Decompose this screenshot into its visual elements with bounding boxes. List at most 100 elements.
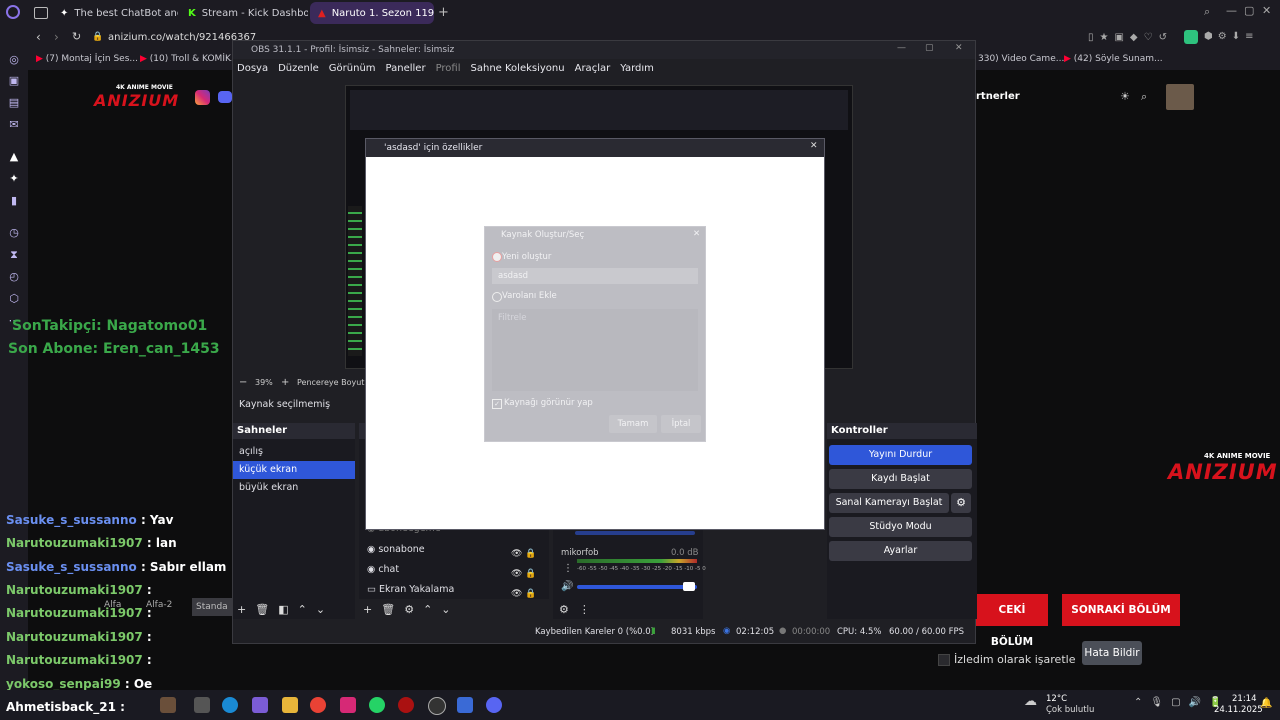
bookmark-3[interactable]: 330) Video Came... — [978, 54, 1064, 64]
add-scene-icon[interactable]: + — [237, 603, 255, 616]
mode-label-alfa2[interactable]: Alfa-2 — [146, 600, 172, 610]
zoom-out-icon[interactable]: − — [239, 377, 247, 388]
extension-icons[interactable]: ⬢⚙⬇≡ — [1204, 31, 1258, 42]
menu-profil[interactable]: Profil — [436, 63, 461, 74]
mixer-menu-icon[interactable]: ⋮ — [579, 603, 600, 616]
scene-buyuk-ekran[interactable]: büyük ekran — [233, 479, 355, 497]
bookmark-2[interactable]: ▶ (10) Troll & KOMİK... — [140, 54, 239, 64]
anizium-logo[interactable]: 4K ANIME MOVIE ANIZIUM — [94, 84, 179, 110]
tab-kick-dashboard[interactable]: K Stream - Kick Dashboard — [180, 2, 308, 24]
taskbar-discord-icon[interactable] — [486, 697, 502, 713]
taskbar-obs-icon[interactable] — [428, 697, 446, 715]
remove-source-icon[interactable]: 🗑 — [381, 603, 404, 616]
visible-checkbox[interactable]: ✓ — [492, 399, 502, 409]
menu-araclar[interactable]: Araçlar — [575, 63, 611, 74]
back-icon[interactable]: ‹ — [36, 30, 41, 44]
taskbar-edge-icon[interactable] — [222, 697, 238, 713]
sidebar-twitch-icon[interactable]: ▮ — [7, 194, 21, 208]
zoom-in-icon[interactable]: + — [281, 377, 289, 388]
sidebar-mail-icon[interactable]: ✉ — [7, 118, 21, 132]
create-new-radio[interactable] — [492, 252, 502, 262]
next-episode-button[interactable]: SONRAKİ BÖLÜM — [1062, 594, 1180, 626]
search-page-icon[interactable]: ⌕ — [1141, 90, 1147, 104]
add-existing-radio[interactable] — [492, 292, 502, 302]
avatar[interactable] — [1166, 84, 1194, 110]
search-icon[interactable]: ⌕ — [1204, 5, 1210, 19]
properties-close-icon[interactable]: ✕ — [810, 141, 818, 151]
mode-label-standard[interactable]: Standa — [192, 598, 232, 616]
menu-gorunum[interactable]: Görünüm — [329, 63, 376, 74]
start-virtual-camera-button[interactable]: Sanal Kamerayı Başlat — [829, 493, 949, 513]
menu-dosya[interactable]: Dosya — [237, 63, 268, 74]
prev-episode-button[interactable]: CEKİ BÖLÜM — [976, 594, 1048, 648]
minimize-icon[interactable]: — — [1226, 4, 1237, 17]
sidebar-bag-icon[interactable]: ▣ — [7, 74, 21, 88]
taskbar-copilot-icon[interactable] — [252, 697, 268, 713]
theme-icon[interactable]: ☀ — [1120, 90, 1130, 103]
source-item-sonabone[interactable]: ◉ sonabone — [367, 544, 425, 555]
tab-chatbot[interactable]: ✦ The best ChatBot and W... — [52, 2, 178, 24]
taskbar-app-icon[interactable] — [194, 697, 210, 713]
taskbar-explorer-icon[interactable] — [282, 697, 298, 713]
create-source-close-icon[interactable]: ✕ — [693, 229, 700, 239]
bookmark-1[interactable]: ▶ (7) Montaj İçin Ses... — [36, 54, 138, 64]
obs-minimize-icon[interactable]: — — [897, 43, 906, 53]
menu-yardim[interactable]: Yardım — [620, 63, 654, 74]
taskbar-chrome-icon[interactable] — [310, 697, 326, 713]
taskbar-photos-icon[interactable] — [160, 697, 176, 713]
scene-acilis[interactable]: açılış — [233, 443, 355, 461]
taskbar-opera-icon[interactable] — [398, 697, 414, 713]
source-item-chat[interactable]: ◉ chat — [367, 564, 399, 575]
taskbar-app2-icon[interactable] — [457, 697, 473, 713]
remove-scene-icon[interactable]: 🗑 — [255, 603, 278, 616]
obs-maximize-icon[interactable]: ▢ — [925, 43, 934, 53]
mixer-slider-top[interactable] — [575, 531, 695, 535]
sidebar-messenger-icon[interactable]: ◎ — [7, 53, 21, 67]
ok-button[interactable]: Tamam — [609, 415, 657, 433]
add-source-icon[interactable]: + — [363, 603, 381, 616]
weather-icon[interactable]: ☁ — [1024, 694, 1037, 709]
scene-filter-icon[interactable]: ◧ — [278, 603, 297, 616]
forward-icon[interactable]: › — [54, 30, 59, 44]
mixer-volume-slider[interactable] — [577, 585, 697, 589]
tab-overview-icon[interactable] — [34, 7, 48, 19]
sidebar-chat-icon[interactable]: ▤ — [7, 96, 21, 110]
discord-icon[interactable] — [218, 91, 232, 103]
cancel-button[interactable]: İptal — [661, 415, 701, 433]
scene-up-icon[interactable]: ⌃ — [298, 603, 316, 616]
menu-duzenle[interactable]: Düzenle — [278, 63, 319, 74]
virtual-camera-settings-icon[interactable]: ⚙ — [951, 493, 971, 513]
source-down-icon[interactable]: ⌄ — [441, 603, 459, 616]
tab-naruto[interactable]: ▲ Naruto 1. Sezon 119. Bölüm — [310, 2, 434, 24]
source-up-icon[interactable]: ⌃ — [423, 603, 441, 616]
source-item-ekran-yakalama[interactable]: ▭ Ekran Yakalama — [367, 584, 454, 595]
sidebar-pin-icon[interactable]: ⧗ — [7, 248, 21, 262]
browser-logo-icon[interactable] — [6, 5, 20, 19]
sidebar-cube-icon[interactable]: ⬡ — [7, 292, 21, 306]
mixer-volume-handle[interactable] — [683, 582, 695, 591]
scene-kucuk-ekran[interactable]: küçük ekran — [233, 461, 355, 479]
taskbar-instagram-icon[interactable] — [340, 697, 356, 713]
extension-green-icon[interactable] — [1184, 30, 1198, 44]
sidebar-history-icon[interactable]: ◷ — [7, 226, 21, 240]
start-recording-button[interactable]: Kaydı Başlat — [829, 469, 972, 489]
partners-link[interactable]: rtnerler — [976, 91, 1020, 102]
visibility-icons[interactable]: 👁 🔒 👁 🔒 👁 🔒 — [511, 544, 537, 604]
bookmark-4[interactable]: ▶ (42) Söyle Sunam... — [1064, 54, 1163, 64]
mode-label-alfa[interactable]: Alfa — [104, 600, 121, 610]
notification-icon[interactable]: 🔔 — [1260, 698, 1272, 709]
menu-sahne-koleksiyonu[interactable]: Sahne Koleksiyonu — [471, 63, 565, 74]
source-props-icon[interactable]: ⚙ — [404, 603, 423, 616]
mixer-settings-icon[interactable]: ⚙ — [559, 603, 579, 616]
settings-button[interactable]: Ayarlar — [829, 541, 972, 561]
sidebar-arc-icon[interactable]: ▲ — [7, 150, 21, 164]
new-tab-button[interactable]: + — [438, 5, 449, 20]
reload-icon[interactable]: ↻ — [72, 30, 81, 43]
studio-mode-button[interactable]: Stüdyo Modu — [829, 517, 972, 537]
sidebar-openai-icon[interactable]: ✦ — [7, 172, 21, 186]
menu-paneller[interactable]: Paneller — [386, 63, 426, 74]
filter-input[interactable]: Filtrele — [492, 309, 698, 391]
scene-down-icon[interactable]: ⌄ — [316, 603, 334, 616]
stop-stream-button[interactable]: Yayını Durdur — [829, 445, 972, 465]
report-button[interactable]: Hata Bildir — [1082, 641, 1142, 665]
